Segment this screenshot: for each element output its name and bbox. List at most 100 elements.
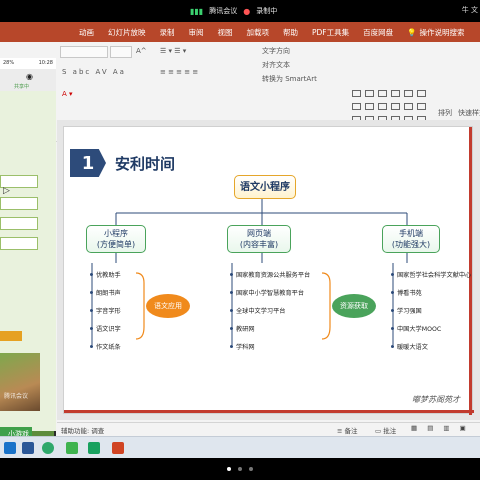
screen: 动画 幻灯片放映 录制 审阅 视图 加载项 帮助 PDF工具集 百度网盘 💡 操… — [0, 22, 480, 458]
list-item: 国家教育资源公共服务平台 — [230, 270, 310, 279]
slide-editor[interactable]: 1 安利时间 语文小程序 小程序 (方便简单) 网页端 (内容丰富) 手机端 (… — [57, 120, 480, 420]
phone-time: 10:28 — [38, 60, 53, 66]
list-item: 作文纸条 — [90, 342, 121, 351]
tab-search[interactable]: 💡 操作说明搜索 — [400, 27, 471, 38]
view-buttons[interactable]: ▦ ▤ ▥ ▣ — [411, 424, 470, 432]
branch-node-mobile: 手机端 (功能强大) — [382, 225, 440, 253]
quick-styles-button[interactable]: 快速样式 — [458, 108, 480, 118]
branch-node-web: 网页端 (内容丰富) — [227, 225, 291, 253]
text-direction-button[interactable]: 文字方向 — [262, 46, 290, 56]
word-icon[interactable] — [22, 442, 34, 454]
list-item: 中国大学MOOC — [391, 324, 441, 333]
branch-title: 小程序 — [104, 229, 128, 238]
wechat-icon[interactable] — [66, 442, 78, 454]
share-status: 共享中 — [14, 84, 30, 90]
list-item: 语文识字 — [90, 324, 121, 333]
tab-pdf[interactable]: PDF工具集 — [305, 27, 356, 38]
phone-status-bar: 28% 10:28 — [0, 58, 56, 69]
meeting-app-name: 腾讯会议 — [209, 7, 238, 15]
list-item: 学科网 — [230, 342, 255, 351]
list-item: 教研网 — [230, 324, 255, 333]
page-dot[interactable] — [227, 467, 231, 471]
page-dot[interactable] — [238, 467, 242, 471]
tab-view[interactable]: 视图 — [211, 27, 240, 38]
phone-highlight-bar — [0, 331, 22, 341]
record-icon: ● — [243, 6, 251, 16]
tab-review[interactable]: 审阅 — [182, 27, 211, 38]
comments-button[interactable]: ▭ 批注 — [375, 425, 396, 435]
meeting-bar: ▮▮▮ 腾讯会议 ● 录制中 牛 文 — [0, 0, 480, 22]
arrange-label: 排列 — [438, 109, 452, 117]
tab-record[interactable]: 录制 — [153, 27, 182, 38]
ime-icon[interactable] — [88, 442, 100, 454]
tab-slideshow[interactable]: 幻灯片放映 — [101, 27, 153, 38]
recording-status: 录制中 — [256, 7, 278, 15]
branch-title: 网页端 — [247, 229, 271, 238]
list-item: 国家中小学智慧教育平台 — [230, 288, 304, 297]
phone-header: ◉ 共享中 — [0, 69, 56, 91]
branch-subtitle: (内容丰富) — [239, 240, 279, 249]
quick-styles-label: 快速样式 — [458, 109, 480, 117]
status-bar: 辅助功能: 调查 ≡ 备注 ▭ 批注 ▦ ▤ ▥ ▣ — [57, 422, 480, 436]
text-format-icons[interactable]: S abc AV Aa — [62, 68, 126, 76]
align-text-button[interactable]: 对齐文本 — [262, 60, 290, 70]
branch-subtitle: (功能强大) — [391, 240, 431, 249]
arrange-button[interactable]: 排列 — [438, 108, 452, 118]
tab-baidu[interactable]: 百度网盘 — [356, 27, 400, 38]
phone-content: 腾讯会议 小游戏 — [0, 91, 56, 441]
smartart-button[interactable]: 转换为 SmartArt — [262, 74, 317, 84]
tab-animation[interactable]: 动画 — [72, 27, 101, 38]
notes-button[interactable]: ≡ 备注 — [337, 425, 358, 435]
branch-title: 手机端 — [399, 229, 423, 238]
tag-oval-apps: 语文应用 — [146, 294, 190, 318]
font-name-box[interactable] — [60, 46, 108, 58]
list-item: 全球中文学习平台 — [230, 306, 286, 315]
windows-start-icon[interactable] — [4, 442, 16, 454]
slide[interactable]: 1 安利时间 语文小程序 小程序 (方便简单) 网页端 (内容丰富) 手机端 (… — [63, 126, 474, 415]
edge-icon[interactable] — [42, 442, 54, 454]
lightbulb-icon: 💡 — [407, 27, 417, 37]
list-item: 朗朗书声 — [90, 288, 121, 297]
powerpoint-icon[interactable] — [112, 442, 124, 454]
ribbon-tabs: 动画 幻灯片放映 录制 审阅 视图 加载项 帮助 PDF工具集 百度网盘 💡 操… — [0, 22, 480, 42]
page-dot[interactable] — [249, 467, 253, 471]
signature: 嘟梦苏阁苑才 — [412, 395, 460, 404]
phone-watermark: 腾讯会议 — [4, 393, 29, 400]
list-item: 博看书苑 — [391, 288, 422, 297]
battery-level: 28% — [3, 60, 15, 66]
phone-game-image[interactable] — [0, 353, 40, 411]
meeting-indicator[interactable]: ▮▮▮ 腾讯会议 ● 录制中 — [190, 4, 277, 18]
list-item: 国家哲学社会科学文献中心 — [391, 270, 471, 279]
branch-node-miniprogram: 小程序 (方便简单) — [86, 225, 146, 253]
list-item: 暖暖大语文 — [391, 342, 428, 351]
tag-oval-resources: 资源获取 — [332, 294, 376, 318]
list-item: 学习强国 — [391, 306, 422, 315]
user-name: 牛 文 — [461, 6, 478, 14]
page-indicator — [0, 458, 480, 480]
phone-input[interactable] — [0, 217, 38, 230]
signal-icon: ▮▮▮ — [190, 6, 204, 16]
phone-input[interactable] — [0, 197, 38, 210]
align-text-label: 对齐文本 — [262, 61, 290, 69]
list-item: 字音字形 — [90, 306, 121, 315]
target-icon[interactable]: ◉ — [26, 72, 33, 81]
branch-subtitle: (方便简单) — [96, 240, 136, 249]
cursor-icon: ▷ — [3, 186, 10, 196]
windows-taskbar — [0, 436, 480, 458]
tab-search-label: 操作说明搜索 — [419, 27, 465, 37]
notes-label: 备注 — [344, 427, 358, 435]
bullet-list-icon[interactable]: ☰ ▾ ☰ ▾ — [160, 47, 186, 55]
smartart-label: 转换为 SmartArt — [262, 75, 317, 83]
list-item: 优教助手 — [90, 270, 121, 279]
font-color-icon[interactable]: A ▾ — [62, 90, 73, 98]
tab-addins[interactable]: 加载项 — [240, 27, 277, 38]
comments-label: 批注 — [383, 427, 397, 435]
tab-help[interactable]: 帮助 — [276, 27, 305, 38]
font-size-up-icon[interactable]: A^ — [136, 47, 147, 55]
shared-phone-panel[interactable]: 28% 10:28 ◉ 共享中 腾讯会议 小游戏 ▷ — [0, 58, 56, 458]
align-icons[interactable]: ≡ ≡ ≡ ≡ ≡ — [160, 68, 198, 76]
text-direction-label: 文字方向 — [262, 47, 290, 55]
accessibility-status[interactable]: 辅助功能: 调查 — [61, 425, 104, 435]
phone-input[interactable] — [0, 237, 38, 250]
font-size-box[interactable] — [110, 46, 132, 58]
